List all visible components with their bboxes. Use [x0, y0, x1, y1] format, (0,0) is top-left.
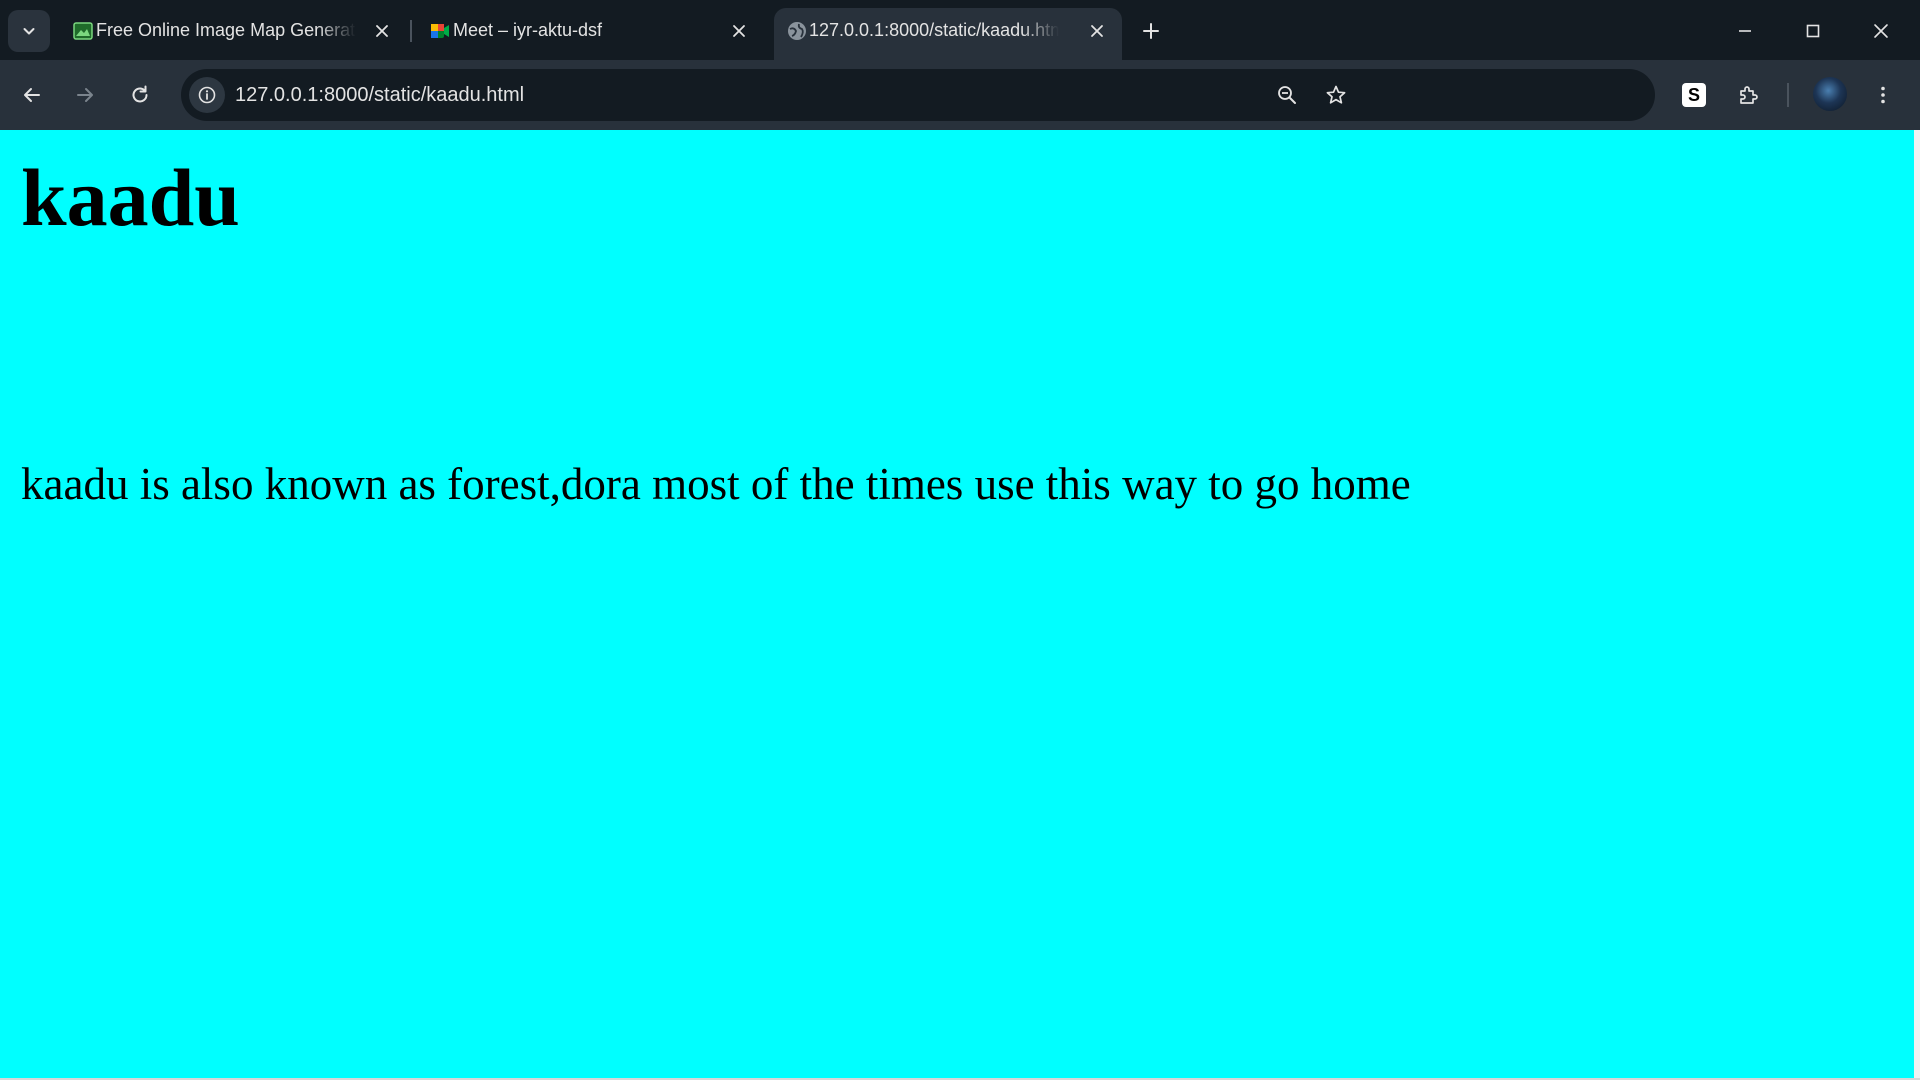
- zoom-out-icon: [1276, 84, 1298, 106]
- site-info-button[interactable]: [189, 77, 225, 113]
- profile-avatar[interactable]: [1813, 77, 1847, 111]
- reload-icon: [129, 84, 151, 106]
- address-bar[interactable]: 127.0.0.1:8000/static/kaadu.html: [181, 69, 1655, 121]
- back-button[interactable]: [13, 76, 51, 114]
- new-tab-button[interactable]: [1134, 14, 1168, 48]
- puzzle-icon: [1737, 83, 1761, 107]
- close-icon: [1090, 24, 1104, 38]
- maximize-button[interactable]: [1790, 10, 1836, 52]
- tab-kaadu[interactable]: 127.0.0.1:8000/static/kaadu.html: [774, 8, 1122, 60]
- arrow-left-icon: [21, 84, 43, 106]
- bookmark-button[interactable]: [1317, 76, 1355, 114]
- google-meet-icon: [429, 20, 451, 42]
- more-vert-icon: [1872, 84, 1894, 106]
- window-right-edge: [1914, 130, 1920, 1080]
- url-text: 127.0.0.1:8000/static/kaadu.html: [235, 84, 525, 106]
- close-window-button[interactable]: [1858, 10, 1904, 52]
- tab-strip: Free Online Image Map Generator Meet – i…: [0, 0, 1920, 60]
- maximize-icon: [1805, 23, 1821, 39]
- tab-title: Meet – iyr-aktu-dsf: [453, 20, 603, 40]
- menu-button[interactable]: [1864, 76, 1902, 114]
- tab-meet[interactable]: Meet – iyr-aktu-dsf: [418, 8, 758, 54]
- close-icon: [732, 24, 746, 38]
- zoom-button[interactable]: [1268, 76, 1306, 114]
- page-paragraph: kaadu is also known as forest,dora most …: [21, 459, 1411, 509]
- close-icon: [1873, 23, 1889, 39]
- browser-frame: Free Online Image Map Generator Meet – i…: [0, 0, 1920, 130]
- tab-separator: [410, 20, 412, 42]
- star-icon: [1325, 84, 1347, 106]
- globe-icon: [786, 20, 808, 42]
- image-map-icon: [72, 20, 94, 42]
- arrow-right-icon: [74, 84, 96, 106]
- forward-button[interactable]: [66, 76, 104, 114]
- plus-icon: [1142, 22, 1160, 40]
- minimize-icon: [1737, 23, 1753, 39]
- tab-title: Free Online Image Map Generator: [96, 20, 356, 40]
- extension-s-button[interactable]: S: [1675, 76, 1713, 114]
- info-icon: [197, 85, 217, 105]
- toolbar: 127.0.0.1:8000/static/kaadu.html S: [0, 60, 1920, 130]
- tab-image-map-generator[interactable]: Free Online Image Map Generator: [61, 8, 401, 54]
- reload-button[interactable]: [121, 76, 159, 114]
- page-heading: kaadu: [21, 152, 240, 243]
- extension-s-label: S: [1687, 85, 1700, 105]
- page-viewport: kaadu kaadu is also known as forest,dora…: [0, 130, 1914, 1078]
- close-tab-button[interactable]: [728, 20, 750, 42]
- toolbar-divider: [1787, 83, 1789, 107]
- tab-search-button[interactable]: [8, 10, 50, 52]
- close-tab-button[interactable]: [371, 20, 393, 42]
- close-tab-button[interactable]: [1086, 20, 1108, 42]
- extension-s-icon: S: [1682, 83, 1706, 107]
- minimize-button[interactable]: [1722, 10, 1768, 52]
- close-icon: [375, 24, 389, 38]
- chevron-down-icon: [21, 23, 37, 39]
- tab-title: 127.0.0.1:8000/static/kaadu.html: [809, 20, 1059, 40]
- extensions-button[interactable]: [1730, 76, 1768, 114]
